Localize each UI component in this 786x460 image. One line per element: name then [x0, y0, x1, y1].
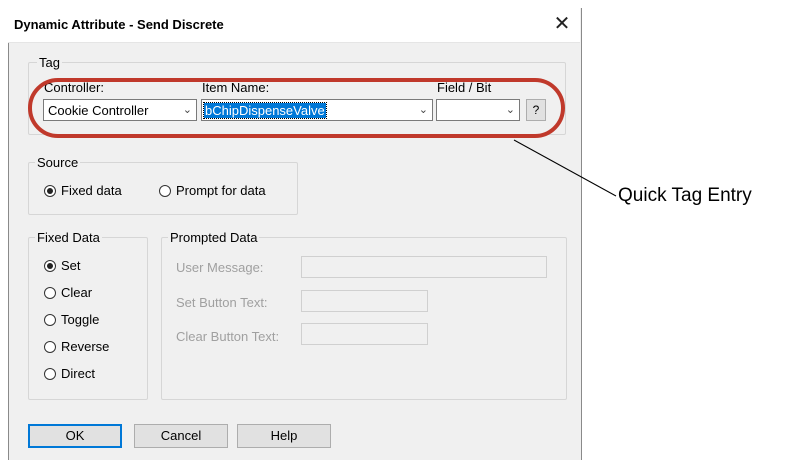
radio-set[interactable]: Set — [44, 258, 81, 273]
user-message-label: User Message: — [176, 260, 264, 275]
radio-label: Reverse — [61, 339, 110, 354]
radio-button[interactable] — [159, 184, 171, 197]
radio-clear[interactable]: Clear — [44, 285, 92, 300]
prompted-data-group-label: Prompted Data — [168, 230, 260, 245]
radio-button[interactable] — [44, 313, 56, 326]
radio-label: Direct — [61, 366, 95, 381]
radio-reverse[interactable]: Reverse — [44, 339, 109, 354]
radio-fixed-data[interactable]: Fixed data — [44, 183, 122, 198]
radio-label: Set — [61, 258, 81, 273]
radio-toggle[interactable]: Toggle — [44, 312, 99, 327]
user-message-field — [301, 256, 547, 278]
close-icon[interactable]: ✕ — [548, 11, 576, 37]
radio-button-selected[interactable] — [44, 184, 56, 197]
callout-label: Quick Tag Entry — [618, 185, 752, 206]
callout-line — [513, 139, 617, 197]
dialog-title: Dynamic Attribute - Send Discrete — [14, 17, 224, 32]
radio-button[interactable] — [44, 286, 56, 299]
radio-label: Clear — [61, 285, 93, 300]
ok-button[interactable]: OK — [28, 424, 122, 448]
help-button[interactable]: Help — [237, 424, 331, 448]
fixed-data-group-label: Fixed Data — [35, 230, 102, 245]
set-button-text-label: Set Button Text: — [176, 295, 268, 310]
radio-button[interactable] — [44, 340, 56, 353]
tag-group-label: Tag — [37, 55, 62, 70]
clear-button-text-field — [301, 323, 428, 345]
quick-tag-entry-highlight — [28, 78, 565, 138]
radio-label: Fixed data — [61, 183, 122, 198]
radio-label: Toggle — [61, 312, 100, 327]
cancel-button[interactable]: Cancel — [134, 424, 228, 448]
radio-direct[interactable]: Direct — [44, 366, 95, 381]
radio-button[interactable] — [44, 367, 56, 380]
clear-button-text-label: Clear Button Text: — [176, 329, 280, 344]
radio-prompt-for-data[interactable]: Prompt for data — [159, 183, 266, 198]
source-group-label: Source — [35, 155, 81, 170]
set-button-text-field — [301, 290, 428, 312]
radio-button-selected[interactable] — [44, 259, 56, 272]
radio-label: Prompt for data — [176, 183, 266, 198]
